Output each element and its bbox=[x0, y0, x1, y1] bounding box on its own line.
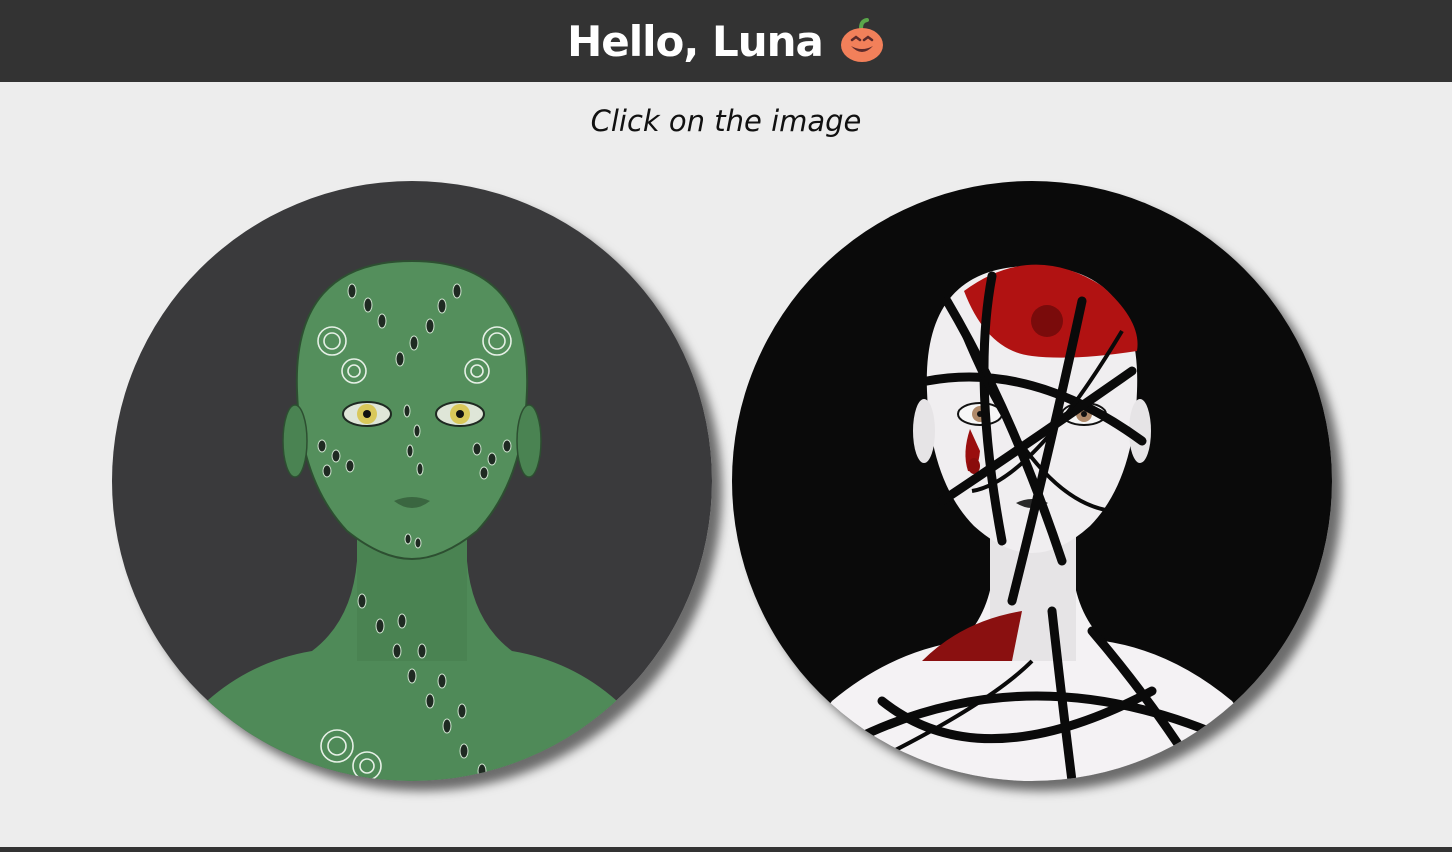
bottom-bar bbox=[0, 847, 1452, 852]
top-bar: Hello, Luna bbox=[0, 0, 1452, 82]
green-avatar-image[interactable] bbox=[112, 181, 712, 781]
dark-avatar-image[interactable] bbox=[732, 181, 1332, 781]
instruction-text: Click on the image bbox=[590, 104, 862, 138]
page-title: Hello, Luna bbox=[567, 17, 885, 66]
greeting-text: Hello, Luna bbox=[567, 16, 824, 66]
pumpkin-icon bbox=[839, 18, 885, 64]
